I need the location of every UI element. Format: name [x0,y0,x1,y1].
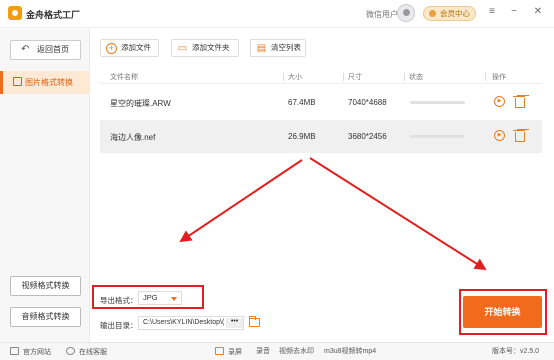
annotation-box-start [459,289,547,335]
trash-icon[interactable] [513,95,525,108]
plus-circle-icon: + [106,43,117,54]
close-icon[interactable]: ✕ [532,6,544,18]
folder-plus-icon: ▭ [177,43,188,54]
column-divider [485,73,486,81]
avatar[interactable] [397,4,415,22]
col-header-size: 大小 [288,74,302,81]
file-size: 67.4MB [288,98,316,107]
back-arrow-icon: ↶ [21,44,30,55]
play-icon[interactable]: ▶ [494,96,505,107]
column-divider [343,73,344,81]
video-convert-button[interactable]: 视频格式转换 [10,276,81,296]
record-icon [215,347,224,355]
progress-bar [410,135,465,138]
minimize-icon[interactable]: − [508,6,520,18]
file-dimensions: 3680*2456 [348,132,387,141]
vip-center-button[interactable]: 会员中心 [423,6,476,21]
app-title: 金舟格式工厂 [26,10,81,20]
add-file-button[interactable]: + 添加文件 [100,39,159,57]
app-logo-icon [8,6,22,20]
column-divider [283,73,284,81]
col-header-dimensions: 尺寸 [348,74,362,81]
clear-list-label: 清空列表 [271,43,301,52]
support-link[interactable]: 在线客服 [66,347,107,357]
clear-list-button[interactable]: ▤ 清空列表 [250,39,306,57]
file-name: 海边人像.nef [110,133,156,142]
file-name: 星空的璀璨.ARW [110,99,171,108]
version-label: 版本号：v2.5.0 [492,348,540,355]
play-icon[interactable]: ▶ [494,130,505,141]
image-icon [13,77,22,86]
headset-icon [66,347,75,355]
add-folder-button[interactable]: ▭ 添加文件夹 [171,39,239,57]
folder-icon[interactable] [249,316,260,327]
watermark-remove-link[interactable]: 视频去水印 [279,347,314,356]
link-label: 录屏 [228,349,242,356]
file-dimensions: 7040*4688 [348,98,387,107]
status-bar: 官方网站 在线客服 录屏 录音 视频去水印 m3u8视频转mp4 版本号：v2.… [0,342,554,360]
m3u8-convert-link[interactable]: m3u8视频转mp4 [324,347,376,356]
user-name[interactable]: 微信用户 [366,9,398,20]
sidebar: ↶ 返回首页 图片格式转换 视频格式转换 音频格式转换 [0,29,90,342]
menu-icon[interactable]: ≡ [486,6,498,18]
column-divider [404,73,405,81]
official-site-link[interactable]: 官方网站 [10,347,51,357]
add-file-label: 添加文件 [121,43,151,52]
file-size: 26.9MB [288,132,316,141]
support-label: 在线客服 [79,349,107,356]
audio-record-link[interactable]: 录音 [256,347,270,356]
add-folder-label: 添加文件夹 [192,43,230,52]
trash-icon[interactable] [513,129,525,142]
col-header-status: 状态 [409,74,423,81]
sidebar-item-label: 图片格式转换 [25,78,73,87]
audio-convert-button[interactable]: 音频格式转换 [10,307,81,327]
output-dir-label: 输出目录： [100,321,138,330]
back-home-label: 返回首页 [37,45,69,54]
col-header-actions: 操作 [492,74,506,81]
table-header: 文件名称 大小 尺寸 状态 操作 [100,70,542,84]
annotation-box-format [92,285,204,309]
col-header-name: 文件名称 [110,74,138,81]
back-home-button[interactable]: ↶ 返回首页 [10,40,81,60]
official-site-label: 官方网站 [23,349,51,356]
table-row[interactable]: 海边人像.nef 26.9MB 3680*2456 ▶ [100,120,542,153]
title-bar: 金舟格式工厂 微信用户 会员中心 ≡ − ✕ [0,0,554,28]
screen-record-link[interactable]: 录屏 [215,347,242,357]
monitor-icon [10,347,19,355]
broom-icon: ▤ [256,43,267,54]
progress-bar [410,101,465,104]
table-row[interactable]: 星空的璀璨.ARW 67.4MB 7040*4688 ▶ [100,86,542,119]
output-dir-more-button[interactable]: ••• [226,318,243,328]
sidebar-item-image-convert[interactable]: 图片格式转换 [0,71,90,94]
